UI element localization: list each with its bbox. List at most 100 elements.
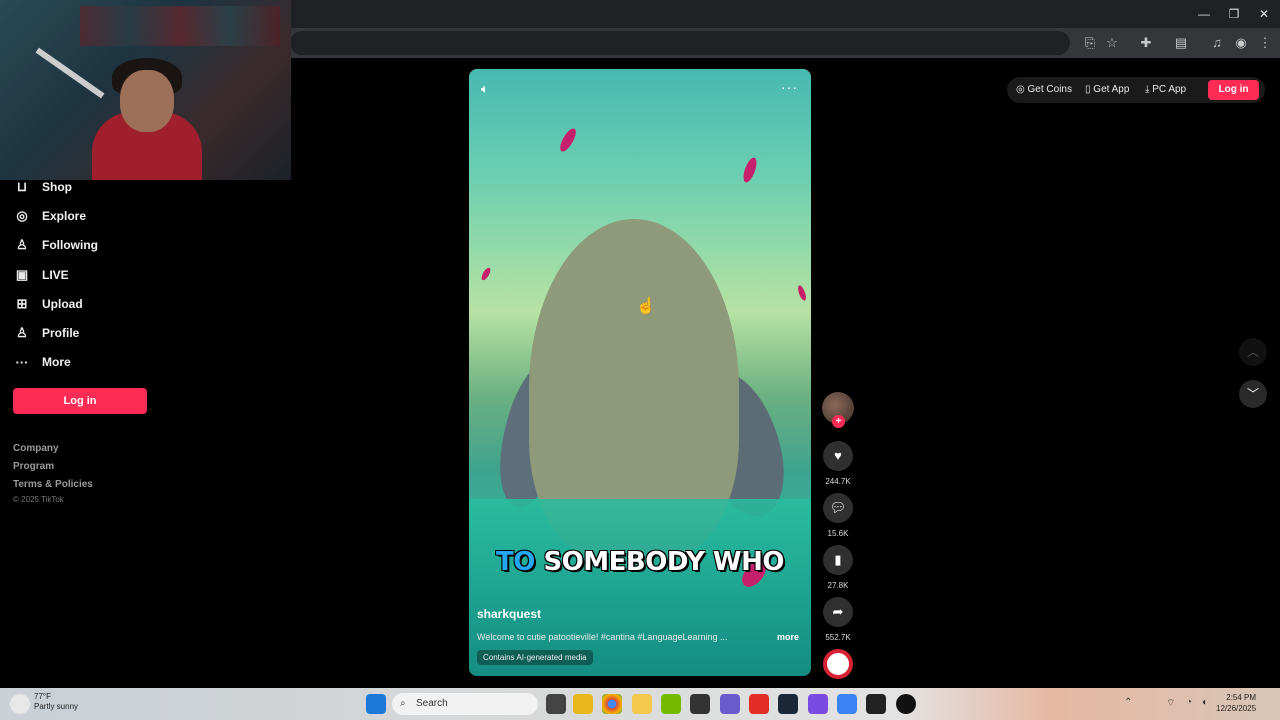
next-video-button[interactable]: ﹀ xyxy=(1239,380,1267,408)
clock-date: 12/26/2025 xyxy=(1216,704,1257,713)
rockstar-app-icon[interactable] xyxy=(573,694,593,714)
taskbar-search[interactable]: ⌕ Search xyxy=(392,693,538,715)
pc-app-link[interactable]: ⤓ PC App xyxy=(1145,84,1186,95)
start-windows-icon[interactable] xyxy=(366,694,386,714)
game-controller-icon[interactable] xyxy=(720,694,740,714)
wifi-icon[interactable]: ◔ xyxy=(1186,697,1192,708)
sidebar-item-label: Following xyxy=(42,238,98,252)
volume-icon[interactable]: 🔈︎ xyxy=(481,81,489,97)
sidebar-item-more[interactable]: ··· More xyxy=(14,350,71,374)
chrome-app-icon[interactable] xyxy=(602,694,622,714)
sidebar-item-label: More xyxy=(42,355,71,369)
youtube-app-icon[interactable] xyxy=(749,694,769,714)
heart-icon: ♥ xyxy=(834,448,842,463)
sidebar-item-label: Upload xyxy=(42,297,83,311)
nvidia-app-icon[interactable] xyxy=(661,694,681,714)
butterfly xyxy=(740,156,760,184)
live-tv-icon: ▣ xyxy=(15,267,29,282)
caption-text: SOMEBODY WHO xyxy=(543,547,784,577)
side-panel-icon[interactable]: ▤ xyxy=(1171,33,1191,53)
video-options-icon[interactable]: ··· xyxy=(781,79,798,95)
sidebar-item-shop[interactable]: ⊔ Shop xyxy=(14,175,72,199)
header-login-button[interactable]: Log in xyxy=(1208,80,1259,100)
search-label: Search xyxy=(416,698,448,709)
clock-time: 2:54 PM xyxy=(1226,693,1257,702)
sidebar-item-explore[interactable]: ◎ Explore xyxy=(14,204,86,228)
phone-icon: ▯ xyxy=(1085,84,1091,95)
file-explorer-icon[interactable] xyxy=(632,694,652,714)
sidebar-item-live[interactable]: ▣ LIVE xyxy=(14,263,69,287)
capcut-app-icon[interactable] xyxy=(866,694,886,714)
share-button[interactable]: ➦ xyxy=(823,597,853,627)
ai-generated-badge: Contains AI-generated media xyxy=(477,650,593,665)
install-app-icon[interactable]: ⎘ xyxy=(1080,33,1100,53)
network-icon[interactable]: ⌔ xyxy=(1166,697,1175,710)
follow-plus-icon[interactable]: + xyxy=(832,415,845,428)
save-button[interactable]: ▮ xyxy=(823,545,853,575)
tray-chevron-up-icon[interactable]: ⌃ xyxy=(1124,697,1132,708)
sidebar-item-profile[interactable]: ♙ Profile xyxy=(14,321,79,345)
footer-link-company[interactable]: Company xyxy=(13,443,59,454)
restore-button[interactable]: ❐ xyxy=(1219,4,1249,24)
taskbar-clock[interactable]: 2:54 PM 12/26/2025 xyxy=(1216,692,1256,714)
close-window-button[interactable]: ✕ xyxy=(1249,4,1279,24)
sidebar-item-following[interactable]: ♙ Following xyxy=(14,233,98,257)
copyright-text: © 2025 TikTok xyxy=(13,495,64,504)
more-dots-icon: ··· xyxy=(15,354,29,370)
footer-link-program[interactable]: Program xyxy=(13,461,54,472)
sidebar-item-label: Shop xyxy=(42,180,72,194)
chevron-up-icon: ︿ xyxy=(1246,345,1259,359)
bookmark-icon: ▮ xyxy=(834,552,842,567)
like-count: 244.7K xyxy=(825,477,851,486)
profile-user-icon: ♙ xyxy=(16,325,28,340)
comment-icon: 💬︎ xyxy=(829,500,847,515)
webcam-overlay xyxy=(0,0,291,180)
sidebar-login-button[interactable]: Log in xyxy=(13,388,147,414)
epic-games-icon[interactable] xyxy=(690,694,710,714)
previous-video-button[interactable]: ︿ xyxy=(1239,338,1267,366)
get-app-link[interactable]: ▯ Get App xyxy=(1085,84,1129,95)
app-icon[interactable] xyxy=(808,694,828,714)
weather-temp: 77°F xyxy=(34,692,51,701)
like-button[interactable]: ♥ xyxy=(823,441,853,471)
obs-app-icon[interactable] xyxy=(896,694,916,714)
caption-highlight: TO xyxy=(496,547,535,577)
video-username[interactable]: sharkquest xyxy=(477,607,541,621)
sidebar-item-label: Explore xyxy=(42,209,87,223)
comment-count: 15.6K xyxy=(827,529,849,538)
music-disc-icon[interactable] xyxy=(823,649,853,679)
weather-icon xyxy=(10,694,30,714)
shop-bag-icon: ⊔ xyxy=(16,179,28,194)
compass-icon: ◎ xyxy=(16,208,28,223)
save-count: 27.8K xyxy=(827,581,849,590)
bookmark-star-icon[interactable]: ☆ xyxy=(1102,33,1122,53)
footer-link-terms[interactable]: Terms & Policies xyxy=(13,479,93,490)
sidebar-item-label: LIVE xyxy=(42,268,69,282)
browser-menu-icon[interactable]: ⋮ xyxy=(1255,33,1275,53)
minimize-button[interactable]: — xyxy=(1189,4,1219,24)
profile-icon[interactable]: ◉ xyxy=(1231,33,1251,53)
comment-button[interactable]: 💬︎ xyxy=(823,493,853,523)
pc-app-label: PC App xyxy=(1152,84,1187,95)
sidebar-item-upload[interactable]: ⊞ Upload xyxy=(14,292,83,316)
task-view-icon[interactable] xyxy=(546,694,566,714)
steam-app-icon[interactable] xyxy=(778,694,798,714)
clothing-rack xyxy=(80,6,280,46)
search-icon: ⌕ xyxy=(400,698,406,709)
butterfly xyxy=(479,266,493,282)
media-controls-icon[interactable]: ♫ xyxy=(1207,33,1227,53)
download-icon: ⤓ xyxy=(1145,84,1150,95)
weather-widget[interactable]: 77°F Partly sunny xyxy=(34,692,78,712)
following-user-icon: ♙ xyxy=(16,237,28,252)
butterfly xyxy=(796,284,808,302)
description-more-link[interactable]: more xyxy=(777,632,799,642)
video-description: Welcome to cutie patootieville! #cantina… xyxy=(477,632,728,642)
get-coins-link[interactable]: ◎ Get Coins xyxy=(1016,84,1072,95)
address-bar[interactable] xyxy=(290,31,1070,55)
volume-tray-icon[interactable]: ◖ xyxy=(1201,697,1207,708)
upload-plus-icon: ⊞ xyxy=(16,296,28,311)
app-icon[interactable] xyxy=(837,694,857,714)
video-player[interactable]: 🔈︎ ··· TO SOMEBODY WHO sharkquest Welcom… xyxy=(469,69,811,676)
extensions-icon[interactable]: ✚ xyxy=(1136,33,1156,53)
share-count: 552.7K xyxy=(825,633,851,642)
